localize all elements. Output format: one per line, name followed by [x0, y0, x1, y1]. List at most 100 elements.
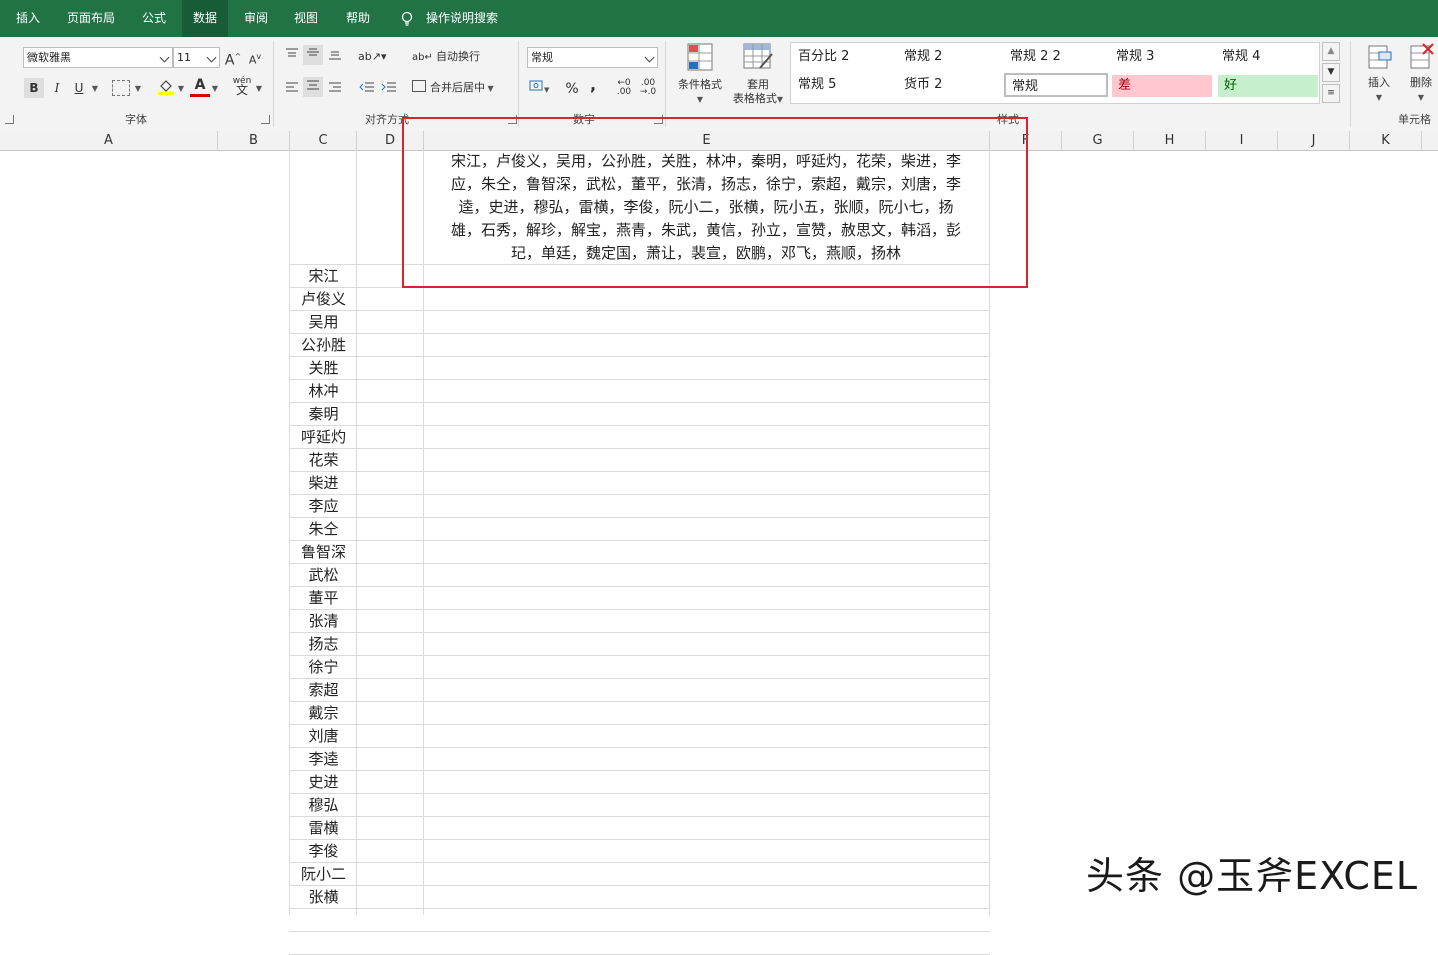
style-percent-2[interactable]: 百分比 2: [792, 45, 898, 69]
column-header-j[interactable]: J: [1278, 131, 1350, 150]
style-normal[interactable]: 常规: [1004, 73, 1108, 97]
column-header-b[interactable]: B: [218, 131, 290, 150]
cell-name[interactable]: 朱仝: [290, 518, 357, 541]
cell-name[interactable]: 呼延灼: [290, 426, 357, 449]
number-format-combo[interactable]: 常规: [527, 47, 658, 68]
insert-cells-button[interactable]: 插入 ▼: [1360, 42, 1398, 105]
column-header-k[interactable]: K: [1350, 131, 1422, 150]
tab-page-layout[interactable]: 页面布局: [58, 0, 124, 37]
column-header-a[interactable]: A: [0, 131, 218, 150]
cell-name[interactable]: 董平: [290, 587, 357, 610]
decrease-indent-icon[interactable]: [358, 79, 376, 99]
gallery-scroll-down-icon[interactable]: ▼: [1322, 63, 1340, 82]
conditional-format-button[interactable]: 条件格式 ▼: [673, 42, 727, 107]
cell-name[interactable]: 宋江: [290, 265, 357, 288]
tab-view[interactable]: 视图: [284, 0, 328, 37]
column-header-h[interactable]: H: [1134, 131, 1206, 150]
align-bottom-icon[interactable]: [327, 47, 343, 67]
cell-name[interactable]: 扬志: [290, 633, 357, 656]
gallery-scroll-up-icon[interactable]: ▲: [1322, 42, 1340, 61]
cell-name[interactable]: 徐宁: [290, 656, 357, 679]
font-name-combo[interactable]: 微软雅黑: [23, 47, 173, 68]
cell-name[interactable]: 林冲: [290, 380, 357, 403]
cell-name[interactable]: 索超: [290, 679, 357, 702]
style-normal-4[interactable]: 常规 4: [1216, 45, 1320, 69]
cell-name[interactable]: 卢俊义: [290, 288, 357, 311]
cell-name[interactable]: 刘唐: [290, 725, 357, 748]
format-as-table-button[interactable]: 套用 表格格式▼: [727, 42, 789, 107]
grid-horizontal-line: [289, 425, 990, 426]
column-header-i[interactable]: I: [1206, 131, 1278, 150]
tab-formulas[interactable]: 公式: [132, 0, 176, 37]
style-bad[interactable]: 差: [1112, 75, 1212, 97]
dialog-launcher-icon[interactable]: [5, 115, 14, 124]
style-good[interactable]: 好: [1218, 75, 1318, 97]
phonetic-dropdown[interactable]: ▼: [254, 79, 264, 99]
wrap-text-button[interactable]: ab↵ 自动换行: [412, 47, 482, 68]
table-format-icon: [743, 43, 773, 69]
underline-button[interactable]: U: [70, 78, 88, 98]
cell-name[interactable]: 柴进: [290, 472, 357, 495]
underline-dropdown[interactable]: ▼: [90, 79, 100, 99]
font-color-dropdown[interactable]: ▼: [210, 79, 220, 99]
cell-name[interactable]: 鲁智深: [290, 541, 357, 564]
cell-name[interactable]: 关胜: [290, 357, 357, 380]
shrink-font-button[interactable]: Av: [246, 47, 264, 71]
font-launcher-icon[interactable]: [261, 115, 270, 124]
align-center-icon[interactable]: [303, 77, 323, 97]
fill-color-dropdown[interactable]: ▼: [176, 79, 186, 99]
cell-name[interactable]: 李俊: [290, 840, 357, 863]
cell-name[interactable]: 李逵: [290, 748, 357, 771]
italic-button[interactable]: I: [48, 78, 66, 98]
tab-help[interactable]: 帮助: [336, 0, 380, 37]
percent-button[interactable]: %: [562, 79, 582, 99]
bold-button[interactable]: B: [24, 78, 44, 98]
gallery-more-icon[interactable]: ≡: [1322, 84, 1340, 103]
tab-insert[interactable]: 插入: [6, 0, 50, 37]
align-top-icon[interactable]: [284, 47, 300, 67]
delete-cells-button[interactable]: 删除 ▼: [1402, 42, 1438, 105]
comma-button[interactable]: ,: [586, 75, 600, 95]
wrap-text-icon: ab↵: [412, 52, 437, 63]
cell-name[interactable]: 花荣: [290, 449, 357, 472]
tell-me-search[interactable]: 操作说明搜索: [420, 0, 504, 37]
style-normal-5[interactable]: 常规 5: [792, 73, 898, 97]
style-currency-2[interactable]: 货币 2: [898, 73, 1004, 97]
decrease-decimal-icon[interactable]: .00 →.0: [637, 79, 659, 97]
tab-data[interactable]: 数据: [182, 0, 228, 37]
grow-font-button[interactable]: A^: [224, 47, 242, 71]
borders-dropdown[interactable]: ▼: [133, 79, 143, 99]
font-group-label: 字体: [125, 113, 147, 126]
style-normal-2[interactable]: 常规 2: [898, 45, 1004, 69]
cell-name[interactable]: 公孙胜: [290, 334, 357, 357]
fill-color-icon[interactable]: [156, 77, 176, 101]
cell-name[interactable]: 张横: [290, 886, 357, 909]
increase-decimal-icon[interactable]: ←0.00: [613, 79, 635, 97]
column-header-c[interactable]: C: [290, 131, 357, 150]
cell-name[interactable]: 史进: [290, 771, 357, 794]
merge-center-button[interactable]: 合并后居中 ▼: [412, 78, 512, 99]
cell-name[interactable]: 武松: [290, 564, 357, 587]
borders-icon[interactable]: [112, 80, 130, 96]
orientation-icon[interactable]: ab↗▾: [358, 47, 386, 67]
cell-name[interactable]: 张清: [290, 610, 357, 633]
style-normal-2-2[interactable]: 常规 2 2: [1004, 45, 1110, 69]
cell-name[interactable]: 雷横: [290, 817, 357, 840]
align-right-icon[interactable]: [327, 79, 343, 99]
column-header-g[interactable]: G: [1062, 131, 1134, 150]
font-color-button[interactable]: A: [190, 76, 210, 97]
font-size-combo[interactable]: 11: [173, 47, 220, 68]
accounting-format-icon[interactable]: ▼: [528, 78, 554, 100]
align-left-icon[interactable]: [284, 79, 300, 99]
cell-name[interactable]: 秦明: [290, 403, 357, 426]
cell-name[interactable]: 阮小二: [290, 863, 357, 886]
style-normal-3[interactable]: 常规 3: [1110, 45, 1216, 69]
increase-indent-icon[interactable]: [380, 79, 398, 99]
cell-name[interactable]: 李应: [290, 495, 357, 518]
cell-name[interactable]: 戴宗: [290, 702, 357, 725]
cell-name[interactable]: 吴用: [290, 311, 357, 334]
cell-name[interactable]: 穆弘: [290, 794, 357, 817]
align-middle-icon[interactable]: [303, 45, 323, 65]
phonetic-button[interactable]: wén 文: [230, 77, 254, 97]
tab-review[interactable]: 审阅: [234, 0, 278, 37]
